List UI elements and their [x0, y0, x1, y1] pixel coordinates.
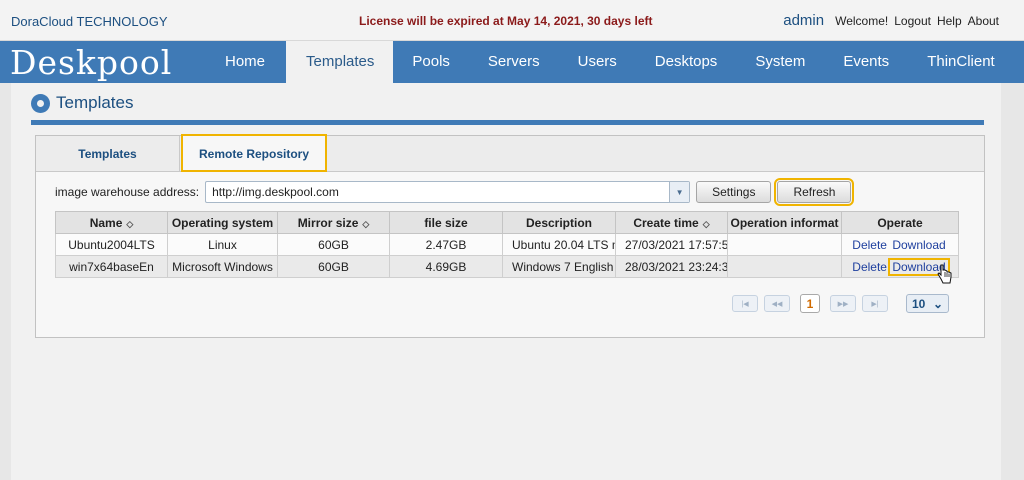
- nav-menu: Home Templates Pools Servers Users Deskt…: [204, 41, 1014, 83]
- cell-operation-info: [727, 233, 842, 256]
- address-label: image warehouse address:: [55, 185, 200, 199]
- pagination: |◀ ◀◀ 1 ▶▶ ▶| 10 ⌄: [732, 294, 949, 313]
- cell-create-time: 27/03/2021 17:57:5€: [615, 233, 728, 256]
- cell-operate: Delete Download: [841, 233, 959, 256]
- nav-users[interactable]: Users: [559, 41, 636, 83]
- license-notice: License will be expired at May 14, 2021,…: [359, 14, 653, 28]
- last-page-icon[interactable]: ▶|: [862, 295, 888, 312]
- nav-templates[interactable]: Templates: [286, 41, 394, 83]
- nav-servers[interactable]: Servers: [469, 41, 559, 83]
- cell-description: Windows 7 English: [502, 255, 616, 278]
- page-title: Templates: [56, 93, 134, 112]
- tab-remote-repository[interactable]: Remote Repository: [181, 134, 327, 172]
- nav-desktops[interactable]: Desktops: [636, 41, 737, 83]
- sort-icon: ◇: [362, 218, 370, 229]
- download-link[interactable]: Download: [890, 238, 947, 252]
- main-navigation: Deskpool Home Templates Pools Servers Us…: [0, 41, 1024, 83]
- dropdown-arrow-icon[interactable]: ▼: [669, 182, 690, 202]
- cell-mirror-size: 60GB: [277, 233, 390, 256]
- column-header-name[interactable]: Name ◇: [55, 211, 168, 234]
- prev-page-icon[interactable]: ◀◀: [764, 295, 790, 312]
- column-header-mirror-size[interactable]: Mirror size ◇: [277, 211, 390, 234]
- first-page-icon[interactable]: |◀: [732, 295, 758, 312]
- welcome-text: Welcome!: [835, 14, 889, 28]
- delete-link[interactable]: Delete: [852, 260, 887, 274]
- refresh-button[interactable]: Refresh: [774, 178, 855, 206]
- delete-link[interactable]: Delete: [852, 238, 887, 252]
- help-link[interactable]: Help: [937, 14, 962, 28]
- address-combobox: ▼: [205, 181, 691, 203]
- column-header-file-size: file size: [389, 211, 503, 234]
- column-header-description: Description: [502, 211, 616, 234]
- remote-templates-table: Name ◇ Operating system Mirror size ◇ file…: [55, 211, 959, 278]
- about-link[interactable]: About: [968, 14, 999, 28]
- cell-operation-info: [727, 255, 842, 278]
- sort-icon: ◇: [702, 218, 710, 229]
- cell-create-time: 28/03/2021 23:24:3€: [615, 255, 728, 278]
- tab-bar: Templates Remote Repository: [36, 134, 984, 172]
- page-header: Templates: [31, 93, 133, 113]
- sort-icon: ◇: [126, 218, 134, 229]
- table-header-row: Name ◇ Operating system Mirror size ◇ file…: [55, 211, 959, 234]
- title-divider: [31, 120, 984, 125]
- current-page[interactable]: 1: [800, 294, 820, 313]
- main-content: Templates Templates Remote Repository im…: [11, 83, 1001, 480]
- table-row[interactable]: Ubuntu2004LTS Linux 60GB 2.47GB Ubuntu 2…: [55, 233, 959, 256]
- cell-name: win7x64baseEn: [55, 255, 168, 278]
- nav-thinclient[interactable]: ThinClient: [908, 41, 1014, 83]
- cell-mirror-size: 60GB: [277, 255, 390, 278]
- settings-button[interactable]: Settings: [696, 181, 772, 203]
- column-header-os: Operating system: [167, 211, 278, 234]
- next-page-icon[interactable]: ▶▶: [830, 295, 856, 312]
- logout-link[interactable]: Logout: [894, 14, 931, 28]
- templates-panel: Templates Remote Repository image wareho…: [35, 134, 985, 338]
- column-header-operation-info: Operation informat: [727, 211, 842, 234]
- address-row: image warehouse address: ▼ Settings Refr…: [55, 178, 855, 206]
- nav-home[interactable]: Home: [204, 41, 286, 83]
- page-size-select[interactable]: 10 ⌄: [906, 294, 949, 313]
- nav-system[interactable]: System: [736, 41, 824, 83]
- cell-description: Ubuntu 20.04 LTS m: [502, 233, 616, 256]
- top-bar: DoraCloud TECHNOLOGY License will be exp…: [0, 0, 1024, 41]
- cell-name: Ubuntu2004LTS: [55, 233, 168, 256]
- chevron-down-icon: ⌄: [932, 296, 943, 311]
- page-size-value: 10: [912, 296, 926, 311]
- cell-os: Linux: [167, 233, 278, 256]
- cell-file-size: 4.69GB: [389, 255, 503, 278]
- address-input[interactable]: [206, 182, 670, 202]
- column-header-operate: Operate: [841, 211, 959, 234]
- cell-file-size: 2.47GB: [389, 233, 503, 256]
- column-header-create-time[interactable]: Create time ◇: [615, 211, 728, 234]
- nav-pools[interactable]: Pools: [393, 41, 469, 83]
- hand-cursor-icon: [937, 264, 952, 284]
- table-row[interactable]: win7x64baseEn Microsoft Windows 60GB 4.6…: [55, 255, 959, 278]
- deskpool-logo: Deskpool: [10, 43, 173, 82]
- user-links: admin Welcome! Logout Help About: [783, 12, 999, 29]
- film-reel-icon: [31, 93, 50, 113]
- cell-os: Microsoft Windows: [167, 255, 278, 278]
- username[interactable]: admin: [783, 12, 824, 29]
- company-name: DoraCloud TECHNOLOGY: [11, 14, 168, 29]
- nav-events[interactable]: Events: [824, 41, 908, 83]
- tab-templates[interactable]: Templates: [36, 136, 180, 172]
